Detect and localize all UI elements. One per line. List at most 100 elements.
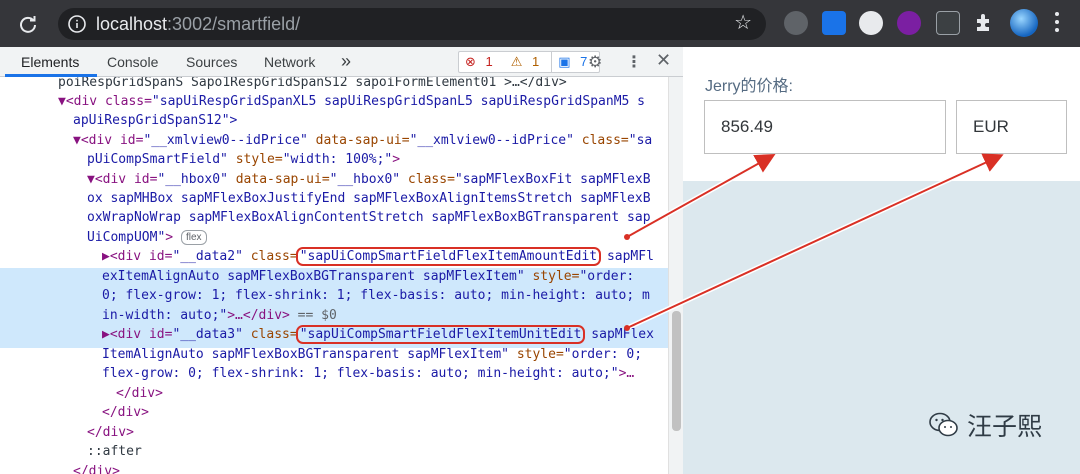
code-line[interactable]: ▼<div id="__xmlview0--idPrice" data-sap-… [73,131,652,151]
price-label: Jerry的价格: [705,78,794,95]
scrollbar-thumb[interactable] [672,311,681,431]
code-attr: class= [573,133,629,148]
terminal-extension-icon[interactable] [936,11,960,35]
code-value: oxWrapNoWrap sapMFlexBoxAlignContentStre… [87,210,651,225]
code-attr: style= [509,347,564,362]
code-value: sapMFl [599,249,654,264]
url-host: localhost [96,14,168,34]
alarm-extension-icon[interactable] [859,11,883,35]
code-text: ::after [87,444,142,459]
more-tabs-icon[interactable]: » [341,51,351,72]
vpn-extension-icon[interactable] [897,11,921,35]
amount-edit-class-highlight: "sapUiCompSmartFieldFlexItemAmountEdit [295,247,602,266]
code-line[interactable]: UiCompUOM"> flex [87,228,207,248]
code-line[interactable]: flex-grow: 0; flex-shrink: 1; flex-basis… [102,364,634,384]
code-line[interactable]: ▼<div id="__hbox0" data-sap-ui="__hbox0"… [87,170,651,190]
code-line[interactable]: ▼<div class="sapUiRespGridSpanXL5 sapUiR… [58,92,645,112]
close-icon[interactable]: ✕ [656,50,671,71]
site-info-icon[interactable] [68,15,86,33]
tab-sources[interactable]: Sources [186,54,237,70]
watermark-text: 汪子熙 [967,413,1043,441]
reload-icon[interactable] [14,11,42,37]
code-attr: class= [242,249,298,264]
code-tag: >…</div> [227,308,290,323]
code-value: "__xmlview0--idPrice" [143,133,308,148]
code-attr: style= [524,269,580,284]
code-line[interactable]: ItemAlignAuto sapMFlexBoxBGTransparent s… [102,345,642,365]
code-text: poiRespGridSpanS Sapo1RespGridSpanS12 sa… [58,77,567,90]
warning-count-value: 1 [532,54,540,69]
code-value: in-width: auto;" [102,308,228,323]
code-value: sapMFlex [583,327,654,342]
code-value: "order: 0; [563,347,643,362]
devtools-panel: Elements Console Sources Network » ⊗ 1 ⚠… [0,47,683,474]
unit-edit-class-highlight: "sapUiCompSmartFieldFlexItemUnitEdit [295,325,586,344]
code-value: "__xmlview0--idPrice" [409,133,574,148]
code-attr: data-sap-ui= [307,133,410,148]
code-tag: ▼<div class= [58,94,152,109]
elements-tree[interactable]: poiRespGridSpanS Sapo1RespGridSpanS12 sa… [0,77,668,474]
code-value: pUiCompSmartField" [87,152,228,167]
code-tag: </div> [73,464,120,474]
error-count-value: 1 [485,54,493,69]
code-line[interactable]: apUiRespGridSpanS12"> [73,111,237,131]
code-line[interactable]: ▶<div id="__data3" class= "sapUiCompSmart… [102,325,654,345]
flex-badge[interactable]: flex [180,230,207,245]
elements-scrollbar[interactable] [668,77,683,474]
code-line[interactable]: </div> [73,462,120,474]
code-value: "__data2" [172,249,243,264]
code-line[interactable]: pUiCompSmartField" style="width: 100%;"> [87,150,400,170]
browser-menu-icon[interactable] [1054,12,1060,36]
code-tag: </div> [116,386,163,401]
code-value: "width: 100%;" [282,152,393,167]
code-value: apUiRespGridSpanS12"> [73,113,238,128]
code-tag: ▼<div id= [73,133,144,148]
puzzle-icon[interactable] [973,11,995,35]
code-line[interactable]: oxWrapNoWrap sapMFlexBoxAlignContentStre… [87,208,651,228]
code-line[interactable]: ox sapMHBox sapMFlexBoxJustifyEnd sapMFl… [87,189,651,209]
code-tag: >… [618,366,635,381]
more-options-icon[interactable]: ⋮ [626,52,642,72]
code-line[interactable]: exItemAlignAuto sapMFlexBoxBGTransparent… [102,267,634,287]
selected-node-marker: == $0 [289,308,337,323]
code-line[interactable]: </div> [116,384,163,404]
code-value: "sapMFlexBoxFit sapMFlexB [454,172,651,187]
translate-extension-icon[interactable] [784,11,808,35]
edit-extension-icon[interactable] [822,11,846,35]
code-line[interactable]: ::after [87,442,142,462]
code-line[interactable]: poiRespGridSpanS Sapo1RespGridSpanS12 sa… [58,77,567,93]
wechat-icon [929,412,958,437]
code-attr: class= [242,327,298,342]
profile-avatar[interactable] [1010,9,1038,37]
code-tag: </div> [87,425,134,440]
error-count[interactable]: ⊗ 1 [459,52,505,72]
code-line[interactable]: 0; flex-grow: 1; flex-shrink: 1; flex-ba… [102,286,650,306]
code-value: UiCompUOM" [87,230,166,245]
tab-network[interactable]: Network [264,54,315,70]
code-line[interactable]: in-width: auto;">…</div> == $0 [102,306,337,326]
amount-input[interactable]: 856.49 [704,100,946,154]
code-value: ItemAlignAuto sapMFlexBoxBGTransparent s… [102,347,509,362]
tab-elements[interactable]: Elements [21,54,79,70]
issue-counters[interactable]: ⊗ 1 ⚠ 1 ▣ 7 [458,51,601,73]
code-value: "order: [579,269,635,284]
bookmark-star-icon[interactable]: ☆ [734,13,752,33]
address-bar[interactable]: localhost:3002/smartfield/ ☆ [58,8,766,40]
code-attr: data-sap-ui= [227,172,330,187]
gear-icon[interactable]: ⚙ [588,52,602,72]
code-value: "__data3" [172,327,243,342]
code-tag: ▶<div id= [102,249,173,264]
code-tag: ▼<div id= [87,172,158,187]
code-tag: ▶<div id= [102,327,173,342]
code-tag: > [165,230,174,245]
url-path: :3002/smartfield/ [167,14,301,34]
tab-console[interactable]: Console [107,54,158,70]
code-line[interactable]: ▶<div id="__data2" class= "sapUiCompSmart… [102,247,654,267]
code-line[interactable]: </div> [102,403,149,423]
warning-count[interactable]: ⚠ 1 [505,52,552,72]
watermark: 汪子熙 [929,407,1042,443]
browser-toolbar: localhost:3002/smartfield/ ☆ [0,0,1080,47]
code-line[interactable]: </div> [87,423,134,443]
url-text[interactable]: localhost:3002/smartfield/ [96,14,300,35]
unit-input[interactable]: EUR [956,100,1067,154]
